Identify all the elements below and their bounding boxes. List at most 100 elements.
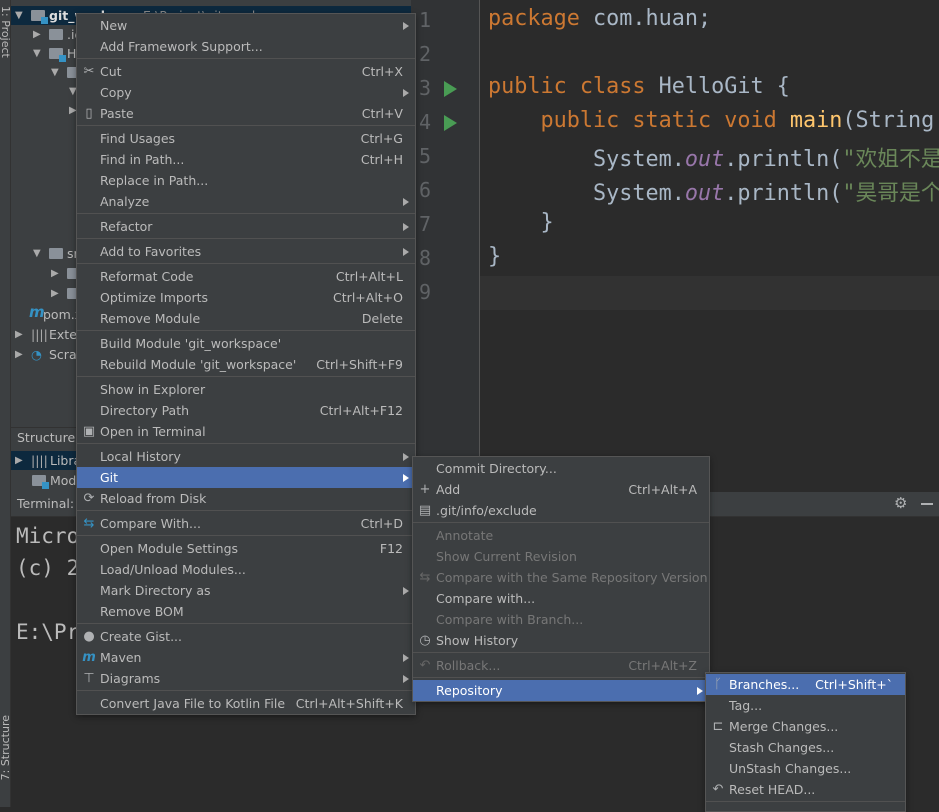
menu-item-new[interactable]: New bbox=[77, 15, 415, 36]
git-submenu: Commit Directory... + Add Ctrl+Alt+A ▤ .git/i… bbox=[412, 456, 710, 702]
menu-item-directory-path[interactable]: Directory Path Ctrl+Alt+F12 bbox=[77, 400, 415, 421]
structure-title: Structure bbox=[17, 430, 76, 445]
menu-item-refactor[interactable]: Refactor bbox=[77, 216, 415, 237]
menu-item-git-info-exclude[interactable]: ▤ .git/info/exclude bbox=[413, 500, 709, 521]
menu-item-open-module-settings[interactable]: Open Module Settings F12 bbox=[77, 538, 415, 559]
menu-item-compare-with-the-same-repository-version[interactable]: ⇆ Compare with the Same Repository Versio… bbox=[413, 567, 709, 588]
menu-item-rebuild-module-git-workspace[interactable]: Rebuild Module 'git_workspace' Ctrl+Shift… bbox=[77, 354, 415, 375]
menu-item-reload-from-disk[interactable]: ⟳ Reload from Disk bbox=[77, 488, 415, 509]
code-editor[interactable]: 123456789 package com.huan; public class … bbox=[411, 0, 939, 492]
submenu-arrow-icon bbox=[697, 687, 703, 695]
menu-item-repository[interactable]: Repository bbox=[413, 680, 709, 701]
menu-item-label: Rollback... bbox=[436, 658, 501, 673]
expand-down-icon[interactable]: ▼ bbox=[33, 244, 41, 263]
code-token: "昊哥是个 bbox=[842, 181, 939, 206]
menu-item-reformat-code[interactable]: Reformat Code Ctrl+Alt+L bbox=[77, 266, 415, 287]
menu-item-label: Paste bbox=[100, 106, 134, 121]
expand-down-icon[interactable]: ▼ bbox=[51, 63, 59, 82]
menu-item-add-to-favorites[interactable]: Add to Favorites bbox=[77, 241, 415, 262]
menu-item-show-history[interactable]: ◷ Show History bbox=[413, 630, 709, 651]
menu-item-annotate[interactable]: Annotate bbox=[413, 525, 709, 546]
shortcut-label: Ctrl+D bbox=[360, 516, 403, 531]
exclude-file-icon: ▤ bbox=[418, 503, 432, 518]
github-icon: ● bbox=[83, 629, 95, 644]
run-icon[interactable] bbox=[444, 81, 457, 97]
menu-item-analyze[interactable]: Analyze bbox=[77, 191, 415, 212]
menu-item-show-current-revision[interactable]: Show Current Revision bbox=[413, 546, 709, 567]
diagrams-icon: ⊤ bbox=[83, 671, 95, 686]
menu-item-replace-in-path[interactable]: Replace in Path... bbox=[77, 170, 415, 191]
menu-item-label: Refactor bbox=[100, 219, 153, 234]
menu-item-branches[interactable]: ᚴ Branches... Ctrl+Shift+` bbox=[706, 674, 905, 695]
menu-item-find-usages[interactable]: Find Usages Ctrl+G bbox=[77, 128, 415, 149]
menu-item-add-framework-support[interactable]: Add Framework Support... bbox=[77, 36, 415, 57]
menu-item-unstash-changes[interactable]: UnStash Changes... bbox=[706, 758, 905, 779]
menu-item-compare-with-branch[interactable]: Compare with Branch... bbox=[413, 609, 709, 630]
shortcut-label: Ctrl+Alt+F12 bbox=[319, 403, 403, 418]
code-token: .println( bbox=[724, 147, 843, 172]
menu-item-remove-bom[interactable]: Remove BOM bbox=[77, 601, 415, 622]
shortcut-label: Ctrl+Alt+Z bbox=[628, 658, 697, 673]
menu-item-tag[interactable]: Tag... bbox=[706, 695, 905, 716]
menu-item-label: Directory Path bbox=[100, 403, 190, 418]
expand-down-icon[interactable]: ▼ bbox=[33, 44, 41, 63]
menu-item-merge-changes[interactable]: ⊏ Merge Changes... bbox=[706, 716, 905, 737]
shortcut-label: Ctrl+G bbox=[360, 131, 403, 146]
menu-item-create-gist[interactable]: ● Create Gist... bbox=[77, 626, 415, 647]
expand-down-icon[interactable]: ▼ bbox=[15, 6, 23, 25]
submenu-arrow-icon bbox=[403, 223, 409, 231]
submenu-arrow-icon bbox=[403, 654, 409, 662]
menu-separator bbox=[706, 801, 905, 804]
menu-item-commit-directory[interactable]: Commit Directory... bbox=[413, 458, 709, 479]
menu-item-maven[interactable]: m Maven bbox=[77, 647, 415, 668]
menu-item-reset-head[interactable]: ↶ Reset HEAD... bbox=[706, 779, 905, 800]
menu-item-label: Add Framework Support... bbox=[100, 39, 263, 54]
expand-right-icon[interactable]: ▶ bbox=[15, 345, 23, 364]
shortcut-label: Ctrl+H bbox=[360, 152, 403, 167]
shortcut-label: Ctrl+Alt+O bbox=[333, 290, 403, 305]
menu-item-build-module-git-workspace[interactable]: Build Module 'git_workspace' bbox=[77, 333, 415, 354]
menu-item-optimize-imports[interactable]: Optimize Imports Ctrl+Alt+O bbox=[77, 287, 415, 308]
menu-item-find-in-path[interactable]: Find in Path... Ctrl+H bbox=[77, 149, 415, 170]
menu-item-label: Merge Changes... bbox=[729, 719, 839, 734]
menu-item-remove-module[interactable]: Remove Module Delete bbox=[77, 308, 415, 329]
menu-item-label: Reformat Code bbox=[100, 269, 194, 284]
module-folder-icon bbox=[31, 10, 48, 24]
menu-item-rollback[interactable]: ↶ Rollback... Ctrl+Alt+Z bbox=[413, 655, 709, 676]
shortcut-label: Delete bbox=[361, 311, 403, 326]
menu-item-load-unload-modules[interactable]: Load/Unload Modules... bbox=[77, 559, 415, 580]
minimize-icon[interactable] bbox=[921, 503, 933, 505]
menu-item-add[interactable]: + Add Ctrl+Alt+A bbox=[413, 479, 709, 500]
menu-item-compare-with[interactable]: ⇆ Compare With... Ctrl+D bbox=[77, 513, 415, 534]
menu-item-paste[interactable]: ▯ Paste Ctrl+V bbox=[77, 103, 415, 124]
menu-item-copy[interactable]: Copy bbox=[77, 82, 415, 103]
run-icon[interactable] bbox=[444, 115, 457, 131]
editor-gutter: 123456789 bbox=[411, 0, 480, 492]
code-token: "欢姐不是 bbox=[842, 147, 939, 172]
gear-icon[interactable]: ⚙ bbox=[894, 494, 907, 512]
clock-icon: ◷ bbox=[419, 633, 431, 648]
expand-right-icon[interactable]: ▶ bbox=[51, 264, 59, 283]
menu-item-convert-java-file-to-kotlin-file[interactable]: Convert Java File to Kotlin File Ctrl+Alt… bbox=[77, 693, 415, 714]
menu-item-show-in-explorer[interactable]: Show in Explorer bbox=[77, 379, 415, 400]
expand-right-icon[interactable]: ▶ bbox=[15, 325, 23, 344]
menu-item-git[interactable]: Git bbox=[77, 467, 415, 488]
compare-icon: ⇆ bbox=[83, 516, 95, 531]
menu-item-compare-with[interactable]: Compare with... bbox=[413, 588, 709, 609]
menu-item-stash-changes[interactable]: Stash Changes... bbox=[706, 737, 905, 758]
code-token: .println( bbox=[724, 181, 843, 206]
code-token: System. bbox=[488, 147, 685, 172]
reset-icon: ↶ bbox=[712, 782, 724, 797]
menu-item-mark-directory-as[interactable]: Mark Directory as bbox=[77, 580, 415, 601]
expand-right-icon[interactable]: ▶ bbox=[51, 284, 59, 303]
menu-item-diagrams[interactable]: ⊤ Diagrams bbox=[77, 668, 415, 689]
scissors-icon: ✂ bbox=[83, 64, 95, 79]
menu-item-label: Show Current Revision bbox=[436, 549, 577, 564]
expand-right-icon[interactable]: ▶ bbox=[33, 25, 41, 44]
menu-item-label: Compare with... bbox=[436, 591, 536, 606]
menu-item-open-in-terminal[interactable]: ▣ Open in Terminal bbox=[77, 421, 415, 442]
scratches-icon: ◔ bbox=[31, 347, 42, 362]
shortcut-label: Ctrl+Alt+A bbox=[628, 482, 697, 497]
menu-item-local-history[interactable]: Local History bbox=[77, 446, 415, 467]
menu-item-cut[interactable]: ✂ Cut Ctrl+X bbox=[77, 61, 415, 82]
